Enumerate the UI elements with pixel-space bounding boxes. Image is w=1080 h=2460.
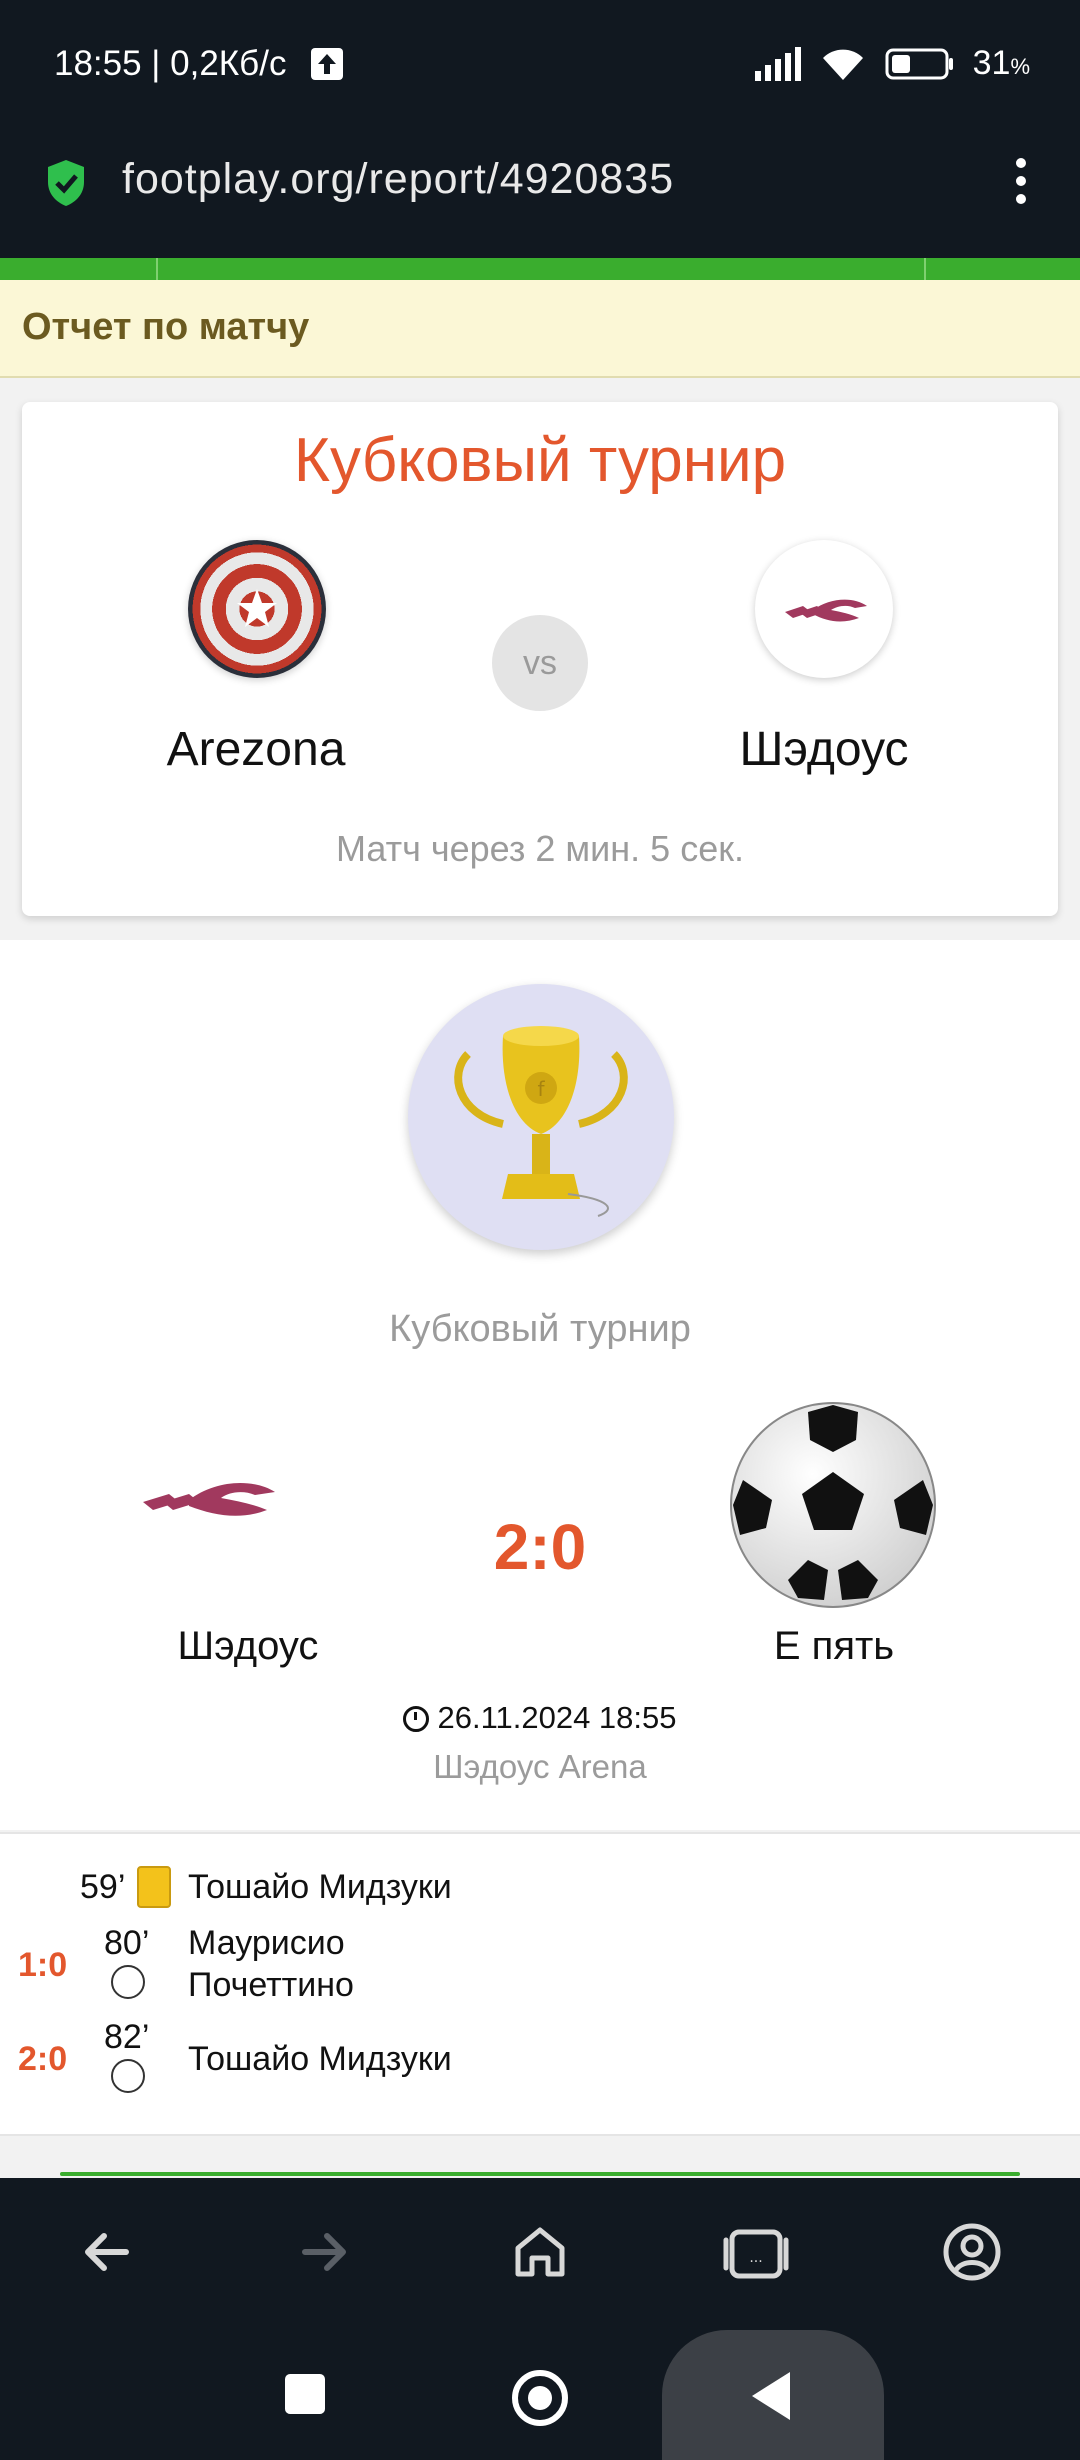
battery-level: 31% bbox=[972, 44, 1030, 82]
home-team-logo[interactable] bbox=[188, 540, 326, 678]
stripe-divider bbox=[156, 258, 158, 280]
result-home-team-name[interactable]: Шэдоус bbox=[90, 1624, 406, 1669]
result-home-team-logo[interactable] bbox=[143, 1400, 353, 1610]
section-divider bbox=[60, 2172, 1020, 2176]
status-right-group: 31% bbox=[754, 44, 1030, 83]
match-venue[interactable]: Шэдоус Arena bbox=[0, 1748, 1080, 1786]
away-team-logo[interactable] bbox=[755, 540, 893, 678]
clock-icon bbox=[403, 1706, 430, 1732]
upload-icon bbox=[311, 48, 343, 80]
back-triangle-icon[interactable] bbox=[752, 2372, 790, 2420]
home-team-name[interactable]: Arezona bbox=[100, 722, 412, 777]
result-away-team-logo[interactable] bbox=[728, 1400, 938, 1610]
signal-icon bbox=[754, 46, 801, 81]
site-top-stripe bbox=[0, 258, 1080, 280]
event-minute: 59’ bbox=[80, 1868, 126, 1906]
forward-arrow-icon[interactable] bbox=[283, 2212, 363, 2292]
match-datetime-text: 26.11.2024 18:55 bbox=[437, 1700, 677, 1735]
account-icon[interactable] bbox=[932, 2212, 1012, 2292]
goal-ball-icon bbox=[111, 1965, 145, 1999]
vs-badge: vs bbox=[492, 615, 588, 711]
battery-icon bbox=[885, 48, 953, 79]
event-player[interactable]: Тошайо Мидзуки bbox=[188, 2038, 452, 2080]
event-player[interactable]: Тошайо Мидзуки bbox=[188, 1866, 452, 1908]
url-field[interactable]: footplay.org/report/4920835 bbox=[122, 155, 674, 204]
recents-square-icon[interactable] bbox=[285, 2374, 325, 2414]
tournament-cup-logo[interactable]: f bbox=[408, 984, 674, 1250]
svg-text:f: f bbox=[537, 1077, 545, 1101]
event-player[interactable]: Маурисио Почеттино bbox=[188, 1922, 408, 2006]
stripe-divider bbox=[924, 258, 926, 280]
home-icon[interactable] bbox=[500, 2212, 580, 2292]
event-minute: 82’ bbox=[104, 2018, 150, 2056]
goal-ball-icon bbox=[111, 2059, 145, 2093]
status-time: 18:55 | 0,2Кб/с bbox=[54, 44, 287, 83]
result-tournament-name[interactable]: Кубковый турнир bbox=[0, 1308, 1080, 1351]
browser-menu-icon[interactable] bbox=[1014, 158, 1028, 204]
wifi-icon bbox=[822, 49, 863, 80]
event-minute: 80’ bbox=[104, 1924, 150, 1962]
match-datetime: 26.11.2024 18:55 bbox=[0, 1700, 1080, 1736]
page-title: Отчет по матчу bbox=[22, 306, 310, 348]
yellow-card-icon bbox=[137, 1866, 171, 1908]
secure-shield-icon[interactable] bbox=[44, 158, 88, 208]
upcoming-tournament-title[interactable]: Кубковый турнир bbox=[22, 425, 1058, 496]
event-score: 1:0 bbox=[18, 1946, 68, 1984]
match-countdown: Матч через 2 мин. 5 сек. bbox=[336, 828, 744, 869]
result-away-team-name[interactable]: Е пять bbox=[676, 1624, 992, 1669]
svg-text:...: ... bbox=[749, 2250, 762, 2266]
back-arrow-icon[interactable] bbox=[68, 2212, 148, 2292]
away-team-name[interactable]: Шэдоус bbox=[668, 722, 980, 777]
event-score: 2:0 bbox=[18, 2040, 68, 2078]
home-circle-icon[interactable] bbox=[512, 2370, 568, 2426]
tabs-icon[interactable]: ... bbox=[716, 2212, 796, 2292]
final-score: 2:0 bbox=[493, 1511, 587, 1583]
